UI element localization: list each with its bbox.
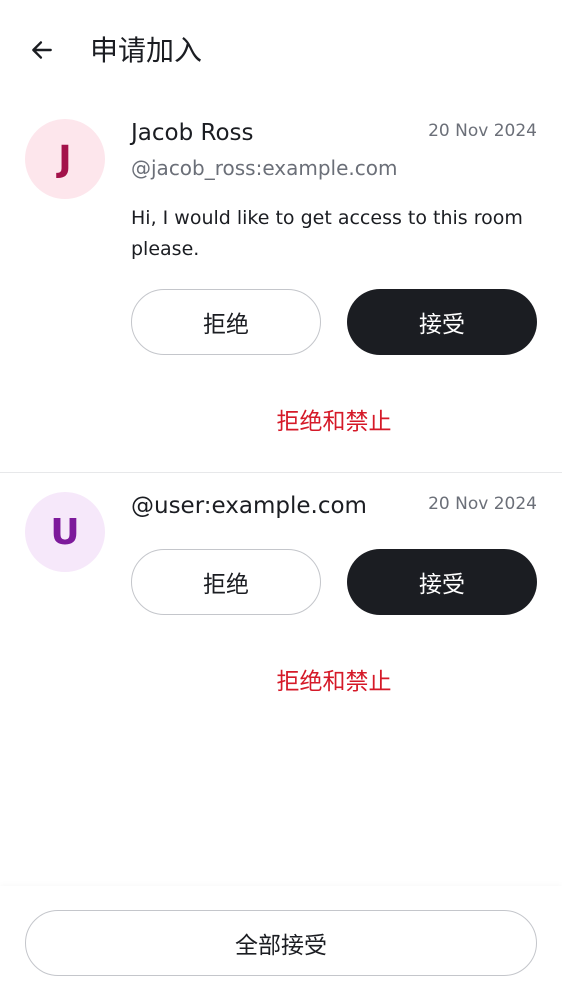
decline-button[interactable]: 拒绝 bbox=[131, 549, 321, 615]
decline-and-ban-button[interactable]: 拒绝和禁止 bbox=[131, 662, 537, 696]
requester-name: @user:example.com bbox=[131, 493, 367, 519]
back-button[interactable] bbox=[22, 30, 62, 70]
decline-and-ban-button[interactable]: 拒绝和禁止 bbox=[131, 402, 537, 436]
bottom-action-bar: 全部接受 bbox=[0, 886, 562, 1000]
requester-handle: @jacob_ross:example.com bbox=[131, 156, 398, 180]
request-message: Hi, I would like to get access to this r… bbox=[131, 207, 523, 260]
request-date: 20 Nov 2024 bbox=[428, 121, 537, 141]
accept-button[interactable]: 接受 bbox=[347, 549, 537, 615]
avatar: U bbox=[25, 492, 105, 572]
decline-button[interactable]: 拒绝 bbox=[131, 289, 321, 355]
arrow-left-icon bbox=[32, 41, 52, 59]
avatar: J bbox=[25, 119, 105, 199]
top-app-bar: 申请加入 bbox=[0, 0, 562, 104]
divider bbox=[0, 472, 562, 473]
requester-name: Jacob Ross bbox=[131, 120, 254, 146]
request-date: 20 Nov 2024 bbox=[428, 494, 537, 514]
page-title: 申请加入 bbox=[90, 34, 203, 67]
accept-button[interactable]: 接受 bbox=[347, 289, 537, 355]
accept-all-button[interactable]: 全部接受 bbox=[25, 910, 537, 976]
